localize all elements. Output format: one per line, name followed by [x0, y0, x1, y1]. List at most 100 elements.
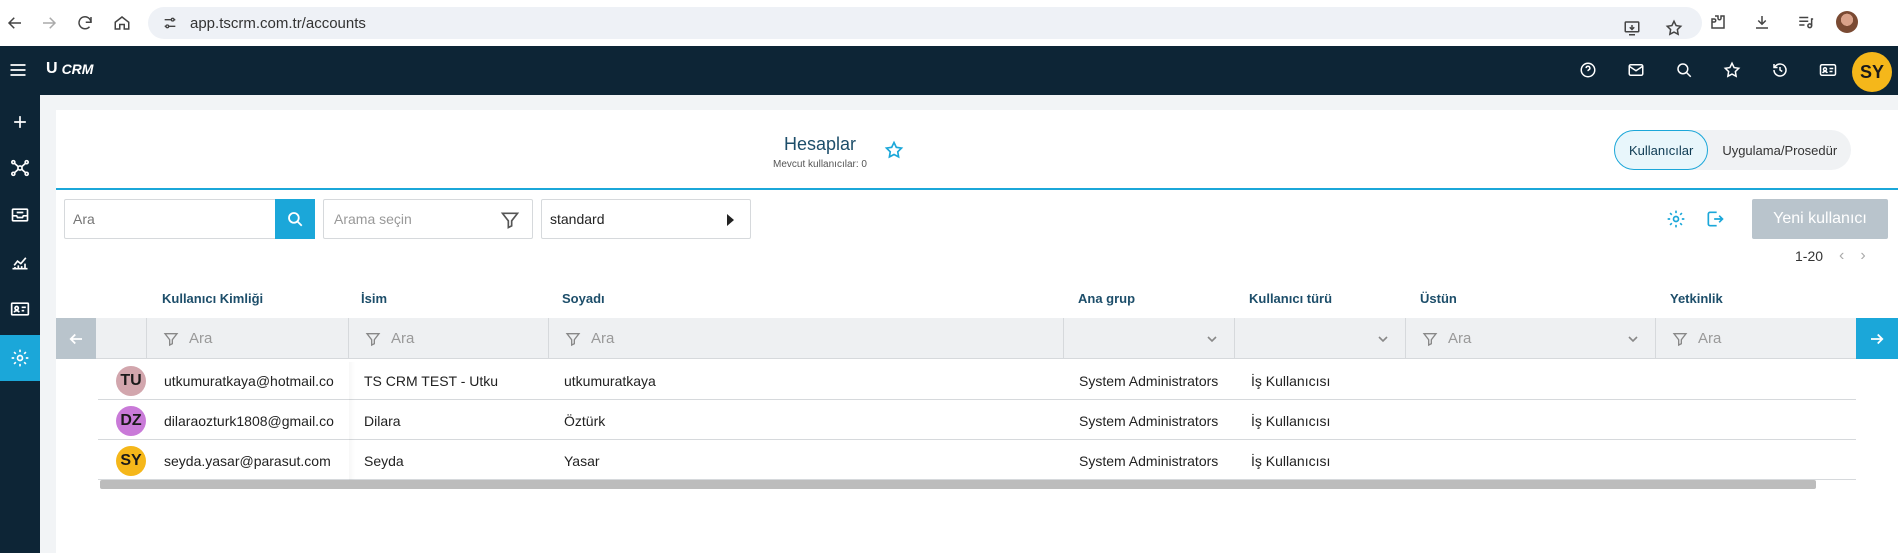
url-text[interactable]: app.tscrm.com.tr/accounts [190, 15, 366, 32]
extensions-icon[interactable] [1704, 8, 1732, 36]
filter-icon [1672, 332, 1688, 346]
filter-surname[interactable]: Ara [548, 318, 1063, 359]
col-header-main-group[interactable]: Ana grup [1078, 291, 1135, 306]
help-icon[interactable] [1576, 58, 1600, 82]
filter-placeholder: Ara [189, 330, 213, 347]
horizontal-scrollbar[interactable] [100, 480, 1816, 489]
scroll-left-button[interactable] [56, 318, 96, 359]
filter-placeholder: Ara [391, 330, 415, 347]
media-queue-icon[interactable] [1792, 8, 1820, 36]
search-input[interactable] [65, 200, 275, 238]
chevron-right-icon[interactable]: › [1860, 247, 1865, 265]
tab-uygulama-prosedur[interactable]: Uygulama/Prosedür [1708, 130, 1851, 170]
table-row[interactable]: DZ dilaraozturk1808@gmail.co Dilara Öztü… [98, 400, 1856, 440]
rail-inbox-icon[interactable] [0, 192, 40, 238]
search-box [64, 199, 315, 239]
cell-user-type: İş Kullanıcısı [1251, 413, 1331, 429]
filter-placeholder: Ara [1698, 330, 1722, 347]
col-header-user-type[interactable]: Kullanıcı türü [1249, 291, 1332, 306]
view-tabs: Kullanıcılar Uygulama/Prosedür [1614, 130, 1852, 170]
col-header-name[interactable]: İsim [361, 291, 387, 306]
history-icon[interactable] [1768, 58, 1792, 82]
favorite-star-icon[interactable] [884, 140, 906, 162]
browser-toolbar: app.tscrm.com.tr/accounts [0, 0, 1898, 46]
logo-text: CRM [61, 61, 94, 77]
cell-name: TS CRM TEST - Utku [364, 373, 499, 389]
cell-main-group: System Administrators [1079, 453, 1219, 469]
filter-competence[interactable]: Ara [1655, 318, 1856, 359]
filter-placeholder: Ara [591, 330, 615, 347]
settings-gear-icon[interactable] [1664, 207, 1688, 231]
cell-user-id[interactable]: dilaraozturk1808@gmail.co [164, 413, 334, 429]
menu-icon[interactable] [8, 60, 28, 80]
filter-icon [163, 332, 179, 346]
site-info-icon[interactable] [162, 15, 178, 31]
filter-icon [1422, 332, 1438, 346]
arrow-right-icon [1871, 333, 1884, 344]
col-header-surname[interactable]: Soyadı [562, 291, 605, 306]
filter-icon [365, 332, 381, 346]
rail-contact-icon[interactable] [0, 286, 40, 332]
table-row[interactable]: TU utkumuratkaya@hotmail.co TS CRM TEST … [98, 360, 1856, 400]
filter-superior[interactable]: Ara [1405, 318, 1655, 359]
bookmark-star-icon[interactable] [1660, 14, 1688, 42]
forward-icon[interactable] [34, 8, 64, 38]
filter-icon[interactable] [500, 210, 520, 230]
play-arrow-icon[interactable] [727, 214, 734, 226]
view-select[interactable]: standard [541, 199, 751, 239]
rail-settings-icon[interactable] [0, 335, 40, 381]
cell-main-group: System Administrators [1079, 413, 1219, 429]
address-bar[interactable]: app.tscrm.com.tr/accounts [148, 7, 1702, 39]
rail-network-icon[interactable] [0, 145, 40, 191]
mail-icon[interactable] [1624, 58, 1648, 82]
avatar: TU [116, 366, 146, 396]
col-header-user-id[interactable]: Kullanıcı Kimliği [162, 291, 263, 306]
col-header-competence[interactable]: Yetkinlik [1670, 291, 1723, 306]
avatar: SY [116, 446, 146, 476]
install-app-icon[interactable] [1618, 14, 1646, 42]
search-button[interactable] [275, 199, 315, 239]
scroll-right-button[interactable] [1856, 318, 1898, 359]
export-icon[interactable] [1703, 207, 1727, 231]
filter-user-id[interactable]: Ara [146, 318, 348, 359]
id-card-icon[interactable] [1816, 58, 1840, 82]
view-select-value: standard [550, 211, 605, 227]
filter-icon [565, 332, 581, 346]
pager: 1-20 ‹ › [1795, 247, 1866, 265]
new-user-button[interactable]: Yeni kullanıcı [1752, 199, 1888, 239]
download-icon[interactable] [1748, 8, 1776, 36]
chevron-down-icon[interactable] [1375, 331, 1391, 347]
saved-search-select[interactable]: Arama seçin [323, 199, 533, 239]
chevron-left-icon[interactable]: ‹ [1839, 247, 1844, 265]
back-icon[interactable] [0, 8, 30, 38]
browser-profile-avatar[interactable] [1836, 11, 1858, 33]
user-avatar[interactable]: SY [1852, 52, 1892, 92]
reload-icon[interactable] [70, 8, 100, 38]
left-nav-rail [0, 95, 40, 553]
table-row[interactable]: SY seyda.yasar@parasut.com Seyda Yasar S… [98, 440, 1856, 480]
filter-name[interactable]: Ara [348, 318, 548, 359]
tab-kullanicilar[interactable]: Kullanıcılar [1614, 130, 1709, 170]
cell-user-id[interactable]: seyda.yasar@parasut.com [164, 453, 331, 469]
cell-surname: Öztürk [564, 413, 606, 429]
arrow-left-icon [69, 333, 82, 344]
home-icon[interactable] [107, 8, 137, 38]
filter-user-type[interactable] [1234, 318, 1405, 359]
app-logo[interactable]: U CRM [46, 60, 93, 78]
chevron-down-icon[interactable] [1204, 331, 1220, 347]
page-title: Hesaplar [783, 134, 857, 154]
page-header: Hesaplar Mevcut kullanıcılar: 0 [740, 134, 900, 170]
chevron-down-icon[interactable] [1625, 331, 1641, 347]
cell-name: Seyda [364, 453, 404, 469]
rail-add-icon[interactable] [0, 99, 40, 145]
search-icon[interactable] [1672, 58, 1696, 82]
app-header: U CRM SY [0, 46, 1898, 95]
filter-main-group[interactable] [1063, 318, 1234, 359]
rail-analytics-icon[interactable] [0, 239, 40, 285]
logo-mark: U [46, 60, 58, 77]
avatar: DZ [116, 406, 146, 436]
cell-user-id[interactable]: utkumuratkaya@hotmail.co [164, 373, 334, 389]
page-subtitle: Mevcut kullanıcılar: 0 [773, 159, 867, 170]
col-header-superior[interactable]: Üstün [1420, 291, 1457, 306]
star-icon[interactable] [1720, 58, 1744, 82]
